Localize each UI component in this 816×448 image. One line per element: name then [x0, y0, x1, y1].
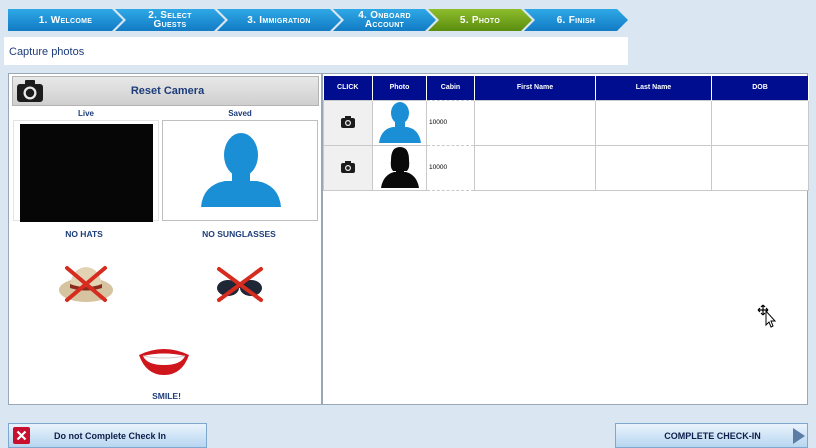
complete-check-in-button[interactable]: COMPLETE CHECK-IN — [615, 423, 808, 448]
table-row[interactable]: 10000 — [323, 144, 809, 191]
progress-stepper: 1. Welcome 2. Select Guests 3. Immigratio… — [8, 9, 628, 31]
capture-photo-button[interactable] — [323, 144, 373, 191]
step-welcome[interactable]: 1. Welcome — [8, 9, 123, 31]
reset-camera-button[interactable]: Reset Camera — [12, 76, 319, 106]
capture-panel: Reset Camera Live Saved NO HATS NO SUNGL… — [8, 73, 809, 405]
no-sunglasses-text: NO SUNGLASSES — [202, 229, 276, 239]
saved-label: Saved — [228, 109, 252, 118]
saved-photo — [162, 120, 318, 221]
step-label: 1. Welcome — [38, 14, 93, 26]
live-video — [20, 124, 153, 222]
person-silhouette-icon — [381, 146, 419, 188]
step-label: 6. Finish — [556, 14, 596, 26]
close-icon — [13, 427, 30, 444]
first-name-cell — [474, 99, 596, 146]
step-label-2: Account — [364, 19, 405, 30]
complete-check-in-label: COMPLETE CHECK-IN — [664, 430, 761, 441]
camera-icon — [17, 80, 43, 102]
smiling-mouth-icon — [139, 349, 189, 375]
person-silhouette-icon — [201, 133, 281, 207]
reset-camera-label: Reset Camera — [130, 85, 205, 97]
column-header: DOB — [711, 76, 809, 100]
step-select-guests[interactable]: 2. Select Guests — [115, 9, 225, 31]
column-header: CLICK — [323, 76, 373, 100]
no-hat-icon — [59, 266, 113, 302]
last-name-cell — [595, 99, 712, 146]
arrow-right-icon — [793, 427, 805, 444]
column-header: First Name — [474, 76, 596, 100]
no-sunglasses-icon — [217, 267, 263, 302]
cabin-cell: 10000 — [426, 144, 475, 191]
column-header: Last Name — [595, 76, 712, 100]
step-photo[interactable]: 5. Photo — [428, 9, 532, 31]
do-not-complete-button[interactable]: Do not Complete Check In — [8, 423, 207, 448]
live-camera-feed — [13, 120, 159, 222]
smile-text: SMILE! — [152, 391, 181, 401]
move-cursor-icon — [757, 304, 777, 328]
camera-section: Reset Camera Live Saved NO HATS NO SUNGL… — [9, 74, 321, 404]
first-name-cell — [474, 144, 596, 191]
last-name-cell — [595, 144, 712, 191]
guest-photo — [372, 144, 427, 191]
column-header: Cabin — [426, 76, 475, 100]
page-title: Capture photos — [4, 37, 628, 65]
camera-icon — [341, 160, 355, 173]
table-header-row: CLICK Photo Cabin First Name Last Name D… — [323, 76, 809, 100]
column-header: Photo — [372, 76, 427, 100]
camera-icon — [341, 115, 355, 128]
dob-cell — [711, 99, 809, 146]
step-label-2: Guests — [153, 19, 187, 30]
guest-photo-table: CLICK Photo Cabin First Name Last Name D… — [323, 76, 809, 191]
step-label: 3. Immigration — [247, 14, 311, 26]
step-immigration[interactable]: 3. Immigration — [217, 9, 341, 31]
step-finish[interactable]: 6. Finish — [524, 9, 628, 31]
table-row[interactable]: 10000 — [323, 99, 809, 146]
person-silhouette-icon — [379, 101, 421, 143]
no-hats-text: NO HATS — [65, 229, 103, 239]
cabin-cell: 10000 — [426, 99, 475, 146]
dob-cell — [711, 144, 809, 191]
capture-photo-button[interactable] — [323, 99, 373, 146]
do-not-complete-label: Do not Complete Check In — [53, 430, 166, 441]
step-label: 5. Photo — [459, 14, 501, 26]
guest-photo — [372, 99, 427, 146]
live-label: Live — [77, 109, 94, 118]
step-onboard-account[interactable]: 4. Onboard Account — [333, 9, 436, 31]
